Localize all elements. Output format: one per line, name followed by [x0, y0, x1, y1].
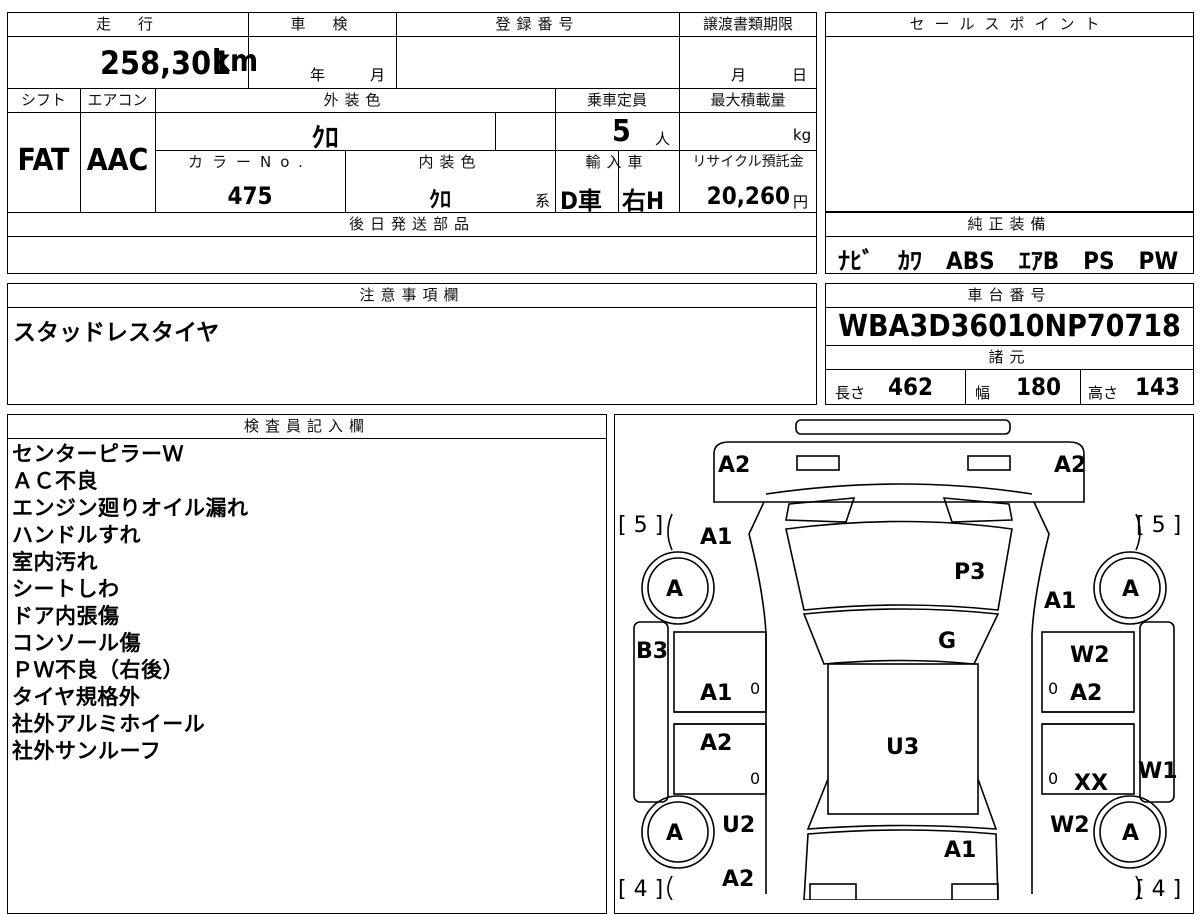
tire-mark-rear-left: [ 4 ]	[618, 877, 663, 900]
notes-text: スタッドレスタイヤ	[13, 320, 220, 346]
damage-code: XX	[1074, 771, 1108, 796]
exterior-color-value: ｸﾛ	[311, 123, 339, 154]
header-recycle: リサイクル預託金	[692, 154, 804, 170]
tire-mark-rear-right: [ 4 ]	[1136, 877, 1181, 900]
list-item: ＡＣ不良	[12, 469, 98, 493]
list-item: 社外サンルーフ	[12, 739, 162, 763]
sales-point-box	[825, 12, 1194, 212]
header-aircon: エアコン	[87, 91, 148, 109]
wheel-label: A	[1122, 577, 1139, 602]
header-genuine-equipment: 純正装備	[967, 215, 1052, 233]
header-interior-color: 内装色	[418, 153, 482, 171]
zero-mark: 0	[1048, 679, 1058, 698]
width-value: 180	[1016, 373, 1062, 401]
list-item: 室内汚れ	[12, 550, 98, 574]
capacity-unit: 人	[655, 130, 671, 148]
tire-mark-front-right: [ 5 ]	[1136, 513, 1181, 538]
list-item: シートしわ	[12, 577, 120, 601]
list-item: ドア内張傷	[12, 604, 120, 628]
header-max-load: 最大積載量	[710, 91, 786, 109]
mileage-unit: km	[212, 44, 259, 79]
width-label: 幅	[975, 384, 991, 402]
header-color-no: カラーNo.	[188, 153, 312, 171]
header-shift: シフト	[20, 91, 66, 109]
damage-code: W2	[1070, 643, 1110, 668]
list-item: タイヤ規格外	[12, 685, 141, 709]
capacity-value: 5	[612, 114, 631, 149]
damage-code: A2	[1070, 681, 1102, 706]
zero-mark: 0	[1048, 769, 1058, 788]
height-label: 高さ	[1088, 384, 1119, 402]
header-transfer-deadline: 譲渡書類期限	[702, 15, 793, 33]
recycle-unit: 円	[793, 193, 809, 211]
height-value: 143	[1135, 373, 1181, 401]
interior-suffix: 系	[535, 192, 551, 210]
damage-code: A1	[944, 838, 976, 863]
damage-code: A2	[718, 453, 750, 478]
recycle-value: 20,260	[706, 182, 790, 210]
damage-code: A2	[700, 731, 732, 756]
inspection-month-unit: 月	[370, 66, 386, 84]
tire-mark-front-left: [ 5 ]	[618, 513, 663, 538]
deadline-day-unit: 日	[792, 66, 808, 84]
deadline-month-unit: 月	[731, 66, 747, 84]
damage-code: U2	[722, 813, 755, 838]
header-registration: 登録番号	[495, 15, 580, 33]
interior-color-value: ｸﾛ	[428, 188, 451, 213]
damage-code: A1	[700, 525, 732, 550]
list-item: センターピラーＷ	[12, 442, 184, 466]
wheel-label: A	[666, 821, 683, 846]
damage-code: A2	[1054, 453, 1086, 478]
damage-code: A1	[700, 681, 732, 706]
damage-code: G	[938, 629, 956, 654]
chassis-no-value: WBA3D36010NP70718	[838, 309, 1181, 344]
shift-value: FAT	[17, 143, 70, 178]
damage-code: A1	[1044, 589, 1076, 614]
inspection-year-unit: 年	[310, 66, 326, 84]
header-later-parts: 後日発送部品	[348, 215, 475, 233]
color-no-value: 475	[227, 182, 273, 210]
damage-code: U3	[886, 735, 919, 760]
wheel-label: A	[666, 577, 683, 602]
length-label: 長さ	[835, 384, 866, 402]
import-type: D車	[560, 187, 602, 215]
mileage-value: 258,301	[100, 44, 232, 82]
car-damage-diagram: [ 5 ] [ 5 ] [ 4 ] [ 4 ] A A A A A2 A2 A1…	[618, 419, 1181, 900]
header-sales-point: セールスポイント	[909, 15, 1110, 33]
header-notes: 注意事項欄	[359, 286, 465, 304]
list-item: エンジン廻りオイル漏れ	[12, 496, 249, 520]
max-load-unit: kg	[793, 126, 812, 144]
header-capacity: 乗車定員	[586, 91, 647, 109]
aircon-value: AAC	[86, 143, 149, 178]
equipment-list: ﾅﾋﾞ ｶﾜ ABS ｴｱB PS PW	[838, 247, 1179, 275]
header-import: 輸入車	[585, 153, 649, 171]
wheel-label: A	[1122, 821, 1139, 846]
damage-code: B3	[636, 639, 668, 664]
header-mileage: 走 行	[95, 15, 159, 33]
zero-mark: 0	[750, 769, 760, 788]
list-item: 社外アルミホイール	[12, 712, 206, 736]
header-inspection: 車 検	[290, 15, 354, 33]
damage-code: P3	[954, 560, 985, 585]
list-item: ハンドルすれ	[12, 523, 141, 547]
list-item: コンソール傷	[12, 631, 141, 655]
length-value: 462	[888, 373, 934, 401]
handle-side: 右H	[622, 187, 665, 215]
header-specs: 諸元	[988, 348, 1031, 366]
list-item: ＰＷ不良（右後）	[12, 658, 184, 682]
damage-code: W2	[1050, 813, 1090, 838]
zero-mark: 0	[750, 679, 760, 698]
header-exterior-color: 外装色	[323, 91, 387, 109]
damage-code: A2	[722, 867, 754, 892]
inspector-notes-list: センターピラーＷ ＡＣ不良 エンジン廻りオイル漏れ ハンドルすれ 室内汚れ シー…	[12, 441, 249, 765]
damage-code: W1	[1138, 759, 1178, 784]
header-chassis-no: 車台番号	[967, 286, 1052, 304]
header-inspector: 検査員記入欄	[243, 417, 370, 435]
